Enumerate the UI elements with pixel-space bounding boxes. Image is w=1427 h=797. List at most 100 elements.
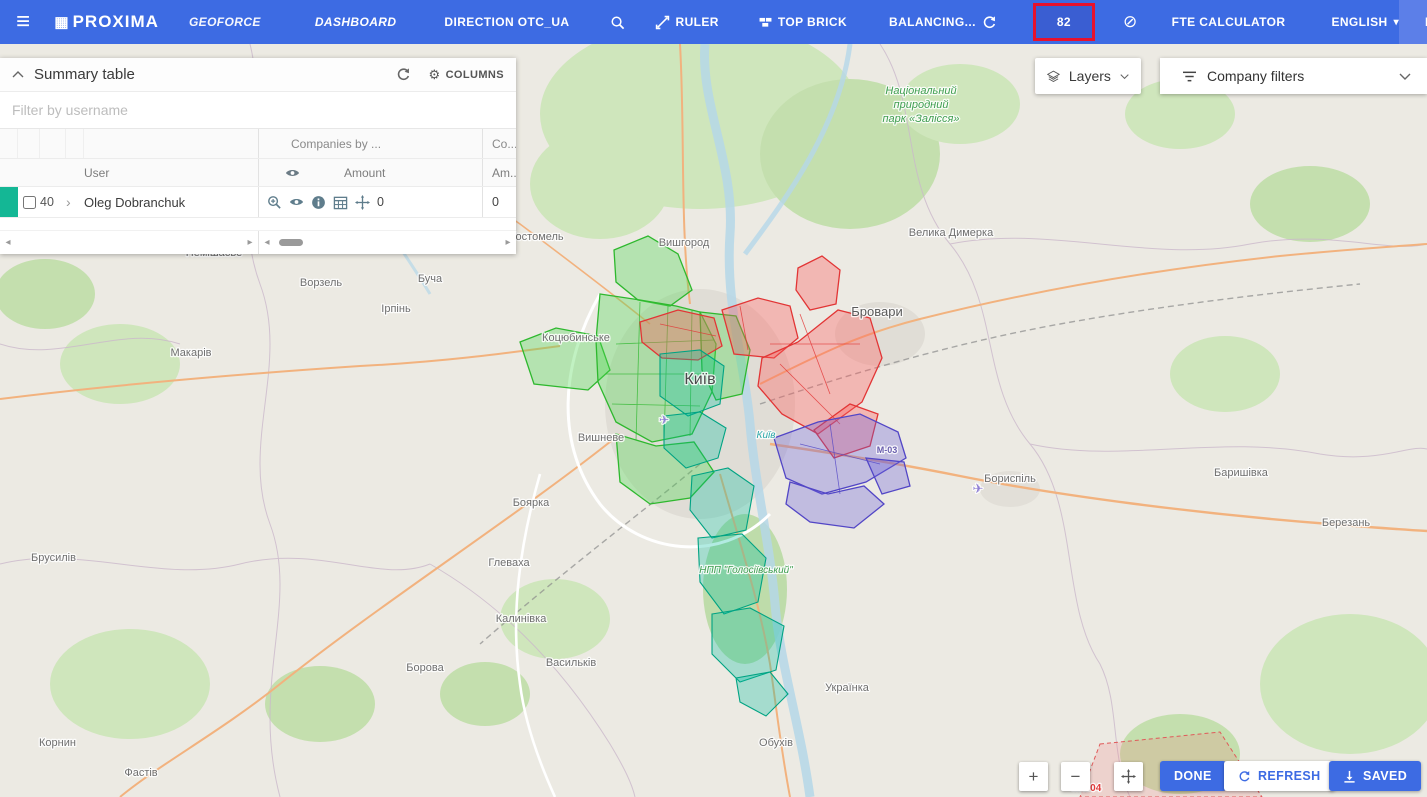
search-button[interactable] [610, 15, 625, 30]
map-label: Українка [825, 682, 870, 694]
nav-balancing-label: BALANCING... [889, 15, 976, 29]
user-menu[interactable]: DOBRANCHUK▾ [1399, 0, 1427, 44]
nav-dashboard[interactable]: DASHBOARD [315, 15, 397, 29]
refresh-icon [982, 15, 997, 30]
filter-by-username-input[interactable] [0, 92, 516, 128]
table-group-header-row: Companies by ... Co... [0, 129, 516, 159]
minus-icon: − [1071, 767, 1081, 787]
layers-icon [1047, 69, 1060, 84]
refresh-button[interactable]: REFRESH [1224, 761, 1335, 791]
scroll-left-icon[interactable]: ◂ [259, 237, 275, 248]
plus-icon: + [1029, 767, 1039, 787]
company-filters-panel[interactable]: Company filters [1160, 58, 1427, 94]
center-on-user-icon[interactable] [355, 195, 370, 210]
zoom-out-button[interactable]: − [1061, 762, 1090, 791]
map-label: Брусилів [31, 552, 76, 564]
map-label: Боярка [513, 497, 550, 509]
hamburger-menu-button[interactable]: ≡ [16, 10, 30, 34]
table-scrollbars: ◂ ▸ ◂ ▸ [0, 230, 516, 254]
row-amount-value: 0 [377, 195, 384, 209]
done-label: DONE [1174, 769, 1212, 783]
scrollbar-thumb[interactable] [279, 239, 303, 246]
done-button[interactable]: DONE [1160, 761, 1226, 791]
map-label: Калинівка [496, 613, 548, 625]
map-label: Коцюбинське [542, 332, 610, 344]
map-label: Макарів [171, 347, 212, 359]
chevron-down-icon[interactable] [1399, 73, 1411, 80]
scroll-left-icon[interactable]: ◂ [0, 237, 16, 248]
map-label: Березань [1322, 517, 1371, 529]
zoom-in-button[interactable]: + [1019, 762, 1048, 791]
map-label: ✈ [659, 413, 669, 427]
nav-top-brick-label: TOP BRICK [778, 15, 847, 29]
language-label: ENGLISH [1331, 15, 1387, 29]
nav-top-brick[interactable]: TOP BRICK [759, 15, 847, 29]
map-label: Велика Димерка [909, 227, 994, 239]
map-container: ГостомельНемішаєвеВорзельБучаІрпіньВишго… [0, 44, 1427, 797]
nav-fte-label: FTE CALCULATOR [1172, 15, 1286, 29]
brick-icon [759, 17, 772, 28]
column-header-amount-2[interactable]: Am... [492, 166, 516, 180]
map-label: природний [894, 99, 949, 111]
nav-badge-82[interactable]: 82 [1033, 3, 1095, 41]
nav-geoforce[interactable]: GEOFORCE [189, 15, 261, 29]
columns-button-label: COLUMNS [446, 69, 504, 81]
map-label: Буча [418, 273, 443, 285]
gear-icon: ⚙ [429, 67, 441, 83]
app-logo[interactable]: ▦ PROXIMA [54, 12, 159, 32]
map-label: М-03 [877, 445, 898, 455]
language-menu[interactable]: ENGLISH▾ [1331, 15, 1399, 29]
nav-ruler[interactable]: RULER [655, 15, 719, 30]
nav-dashboard-label: DASHBOARD [315, 15, 397, 29]
map-label: Обухів [759, 737, 793, 749]
table-refresh-icon[interactable] [396, 67, 411, 82]
table-row: 40 › Oleg Dobranchuk 0 0 [0, 187, 516, 218]
map-label: Васильків [546, 657, 597, 669]
nav-fte-calculator[interactable]: FTE CALCULATOR [1172, 15, 1286, 29]
map-label: Фастів [124, 767, 157, 779]
group-header-2[interactable]: Co... [492, 137, 516, 151]
top-navbar: ≡ ▦ PROXIMA GEOFORCE DASHBOARD DIRECTION… [0, 0, 1427, 44]
nav-balancing[interactable]: BALANCING... [889, 15, 997, 30]
panel-title: Summary table [34, 66, 135, 83]
layers-label: Layers [1069, 68, 1111, 84]
block-button[interactable]: ⊘ [1123, 12, 1138, 32]
columns-button[interactable]: ⚙ COLUMNS [429, 67, 504, 83]
column-header-user[interactable]: User [84, 159, 258, 186]
visibility-eye-icon[interactable] [289, 197, 304, 207]
column-header-amount[interactable]: Amount [344, 166, 385, 180]
nav-direction-otc-ua[interactable]: DIRECTION OTC_UA [444, 15, 569, 29]
map-label: Борова [406, 662, 444, 674]
summary-panel-header: Summary table ⚙ COLUMNS [0, 58, 516, 92]
row-amount-2-value: 0 [492, 195, 499, 209]
layers-button[interactable]: Layers [1035, 58, 1141, 94]
group-header-companies-by[interactable]: Companies by ... [259, 137, 381, 151]
scroll-right-icon[interactable]: ▸ [242, 237, 258, 248]
map-label: НПП "Голосіївський" [699, 565, 793, 576]
logo-text: PROXIMA [73, 12, 159, 32]
row-user-name[interactable]: Oleg Dobranchuk [84, 187, 258, 217]
map-label: Київ [684, 371, 715, 388]
filter-row [0, 92, 516, 129]
collapse-chevron-up-icon[interactable] [12, 71, 24, 78]
logo-mark-icon: ▦ [54, 13, 69, 31]
map-label: ✈ [973, 481, 984, 496]
hamburger-icon: ≡ [16, 10, 30, 34]
block-icon: ⊘ [1123, 12, 1138, 32]
nav-ruler-label: RULER [676, 15, 719, 29]
badge-count: 82 [1057, 15, 1071, 29]
map-label: Ірпінь [381, 303, 411, 315]
zoom-to-user-icon[interactable] [267, 195, 282, 210]
table-grid-icon[interactable] [333, 195, 348, 210]
saved-button[interactable]: SAVED [1329, 761, 1421, 791]
center-map-button[interactable] [1114, 762, 1143, 791]
scroll-right-icon[interactable]: ▸ [500, 237, 516, 248]
visibility-column-eye-icon[interactable] [285, 168, 300, 178]
map-label: Бровари [851, 304, 902, 319]
saved-label: SAVED [1363, 769, 1407, 783]
row-expand-chevron[interactable]: › [66, 187, 84, 217]
row-checkbox[interactable] [23, 196, 36, 209]
crosshair-icon [1121, 769, 1136, 784]
info-icon[interactable] [311, 195, 326, 210]
refresh-icon [1238, 770, 1251, 783]
